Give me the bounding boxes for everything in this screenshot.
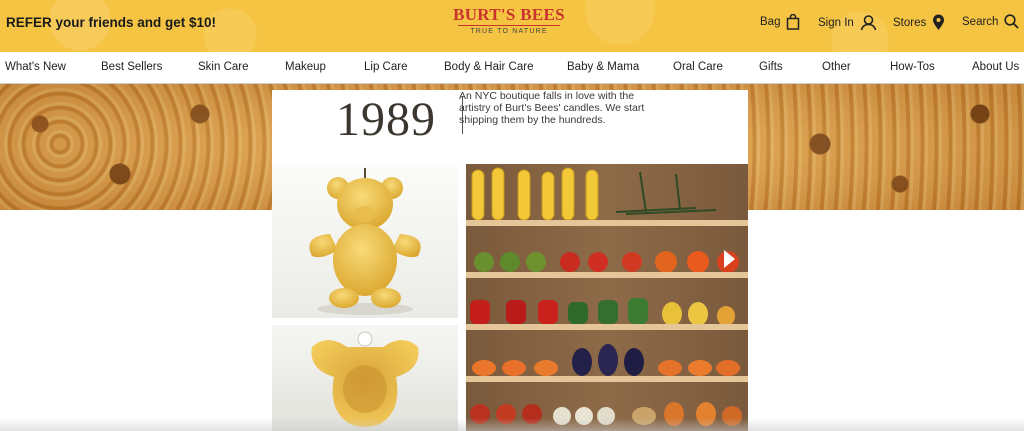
main-nav: What's New Best Sellers Skin Care Makeup… [0,52,1024,84]
bag-label: Bag [760,16,781,28]
logo-wordmark: BURT'S BEES [453,5,565,24]
stores-link[interactable]: Stores [893,14,945,31]
vegetable-candles-figure [466,167,748,426]
stores-label: Stores [893,16,927,29]
nav-item-lip-care[interactable]: Lip Care [364,61,407,73]
logo-tagline: TRUE TO NATURE [470,28,548,35]
timeline-card: 1989 An NYC boutique falls in love with … [272,90,748,431]
top-header: REFER your friends and get $10! BURT'S B… [0,0,1024,52]
referral-promo-link[interactable]: REFER your friends and get $10! [6,15,216,30]
bear-candle-back-image [272,325,458,431]
bear-candle-front-figure [309,168,421,315]
vegetable-candles-shelf-image [466,164,748,431]
page-fold-shadow [0,418,1024,431]
location-pin-icon [933,14,945,30]
logo-rule [458,25,560,26]
search-link[interactable]: Search [962,14,1020,29]
nav-item-best-sellers[interactable]: Best Sellers [101,61,162,73]
brand-logo[interactable]: BURT'S BEES TRUE TO NATURE [448,6,570,46]
sign-in-label: Sign In [818,16,854,29]
next-slide-arrow-icon[interactable] [724,250,735,268]
bear-candle-front-image [272,164,458,318]
sign-in-link[interactable]: Sign In [818,14,877,31]
nav-item-whats-new[interactable]: What's New [5,61,66,73]
search-icon [1004,14,1020,29]
timeline-blurb: An NYC boutique falls in love with the a… [459,90,645,126]
bear-candle-back-figure [311,331,419,427]
nav-item-body-hair-care[interactable]: Body & Hair Care [444,61,533,73]
nav-item-about-us[interactable]: About Us [972,61,1019,73]
search-label: Search [962,15,999,28]
nav-item-gifts[interactable]: Gifts [759,61,783,73]
nav-item-other[interactable]: Other [822,61,851,73]
nav-item-how-tos[interactable]: How-Tos [890,61,935,73]
user-icon [860,15,877,31]
nav-item-makeup[interactable]: Makeup [285,61,326,73]
nav-item-baby-mama[interactable]: Baby & Mama [567,61,639,73]
nav-item-skin-care[interactable]: Skin Care [198,61,249,73]
timeline-year: 1989 [336,93,436,146]
bag-link[interactable]: Bag [760,14,800,30]
nav-item-oral-care[interactable]: Oral Care [673,61,723,73]
shopping-bag-icon [787,14,800,30]
